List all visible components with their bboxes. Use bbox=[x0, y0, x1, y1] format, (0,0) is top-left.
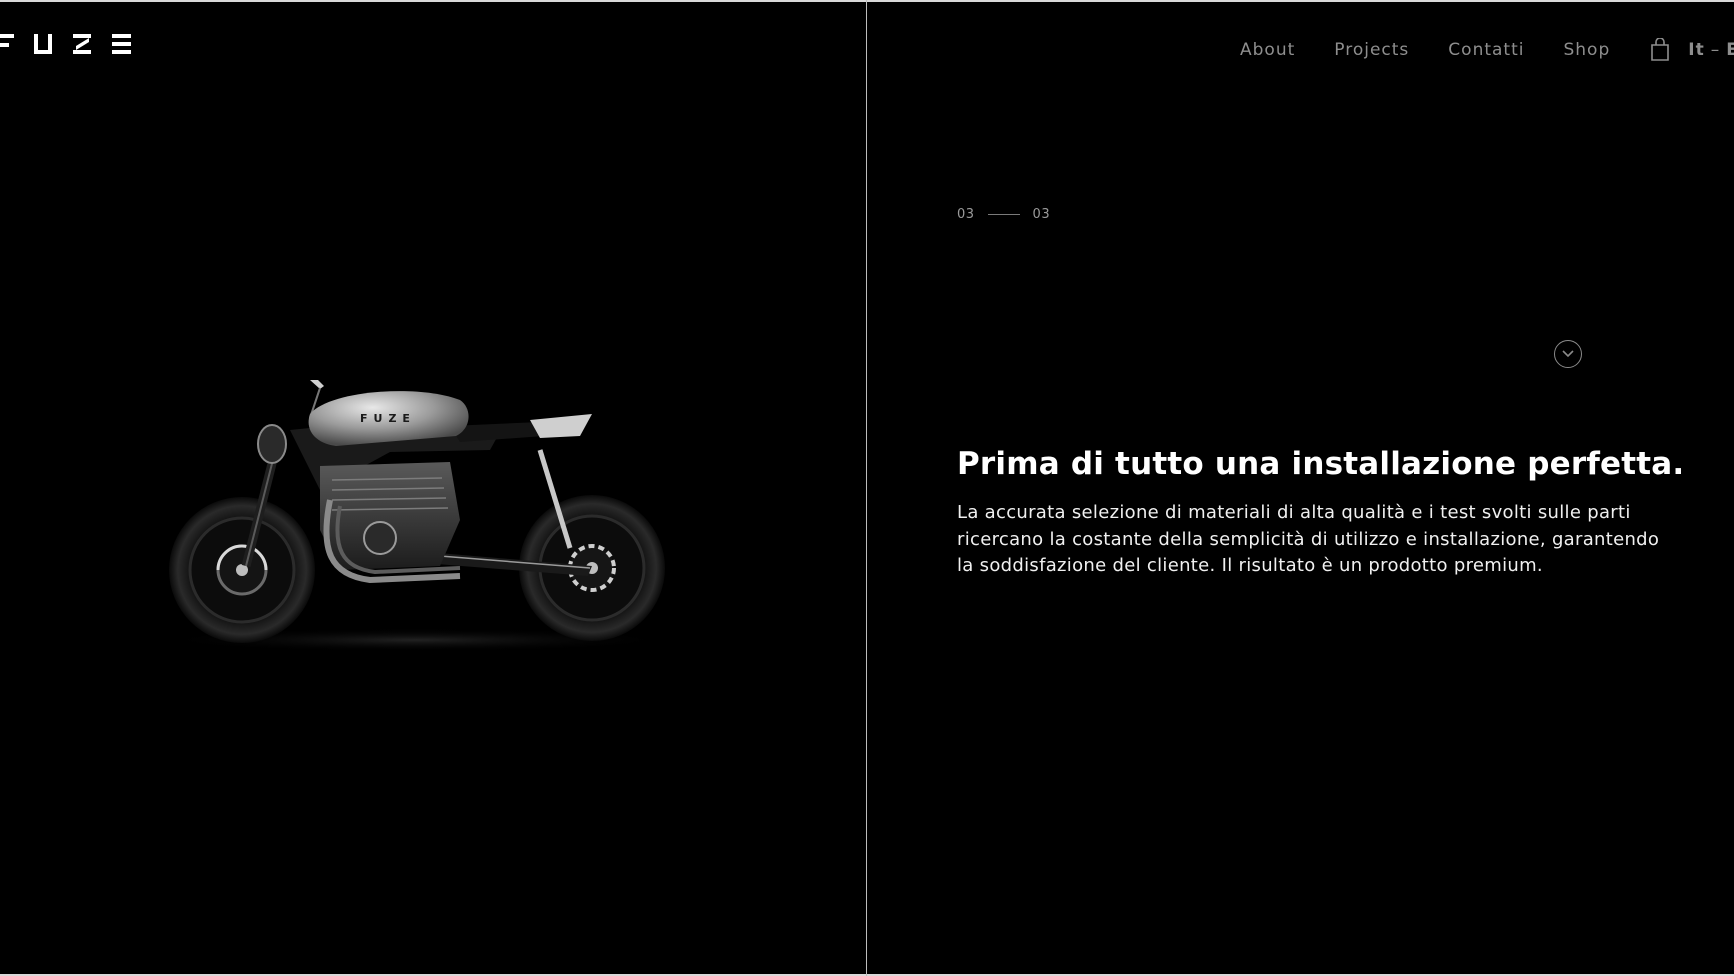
body-line-3: la soddisfazione del cliente. Il risulta… bbox=[957, 555, 1543, 576]
slide-total: 03 bbox=[1032, 207, 1051, 222]
motorcycle-image: FUZE bbox=[160, 370, 680, 660]
slide-current: 03 bbox=[957, 207, 975, 222]
fuze-logo-icon[interactable] bbox=[0, 34, 134, 58]
body-paragraph: La accurata selezione di materiali di al… bbox=[957, 500, 1677, 580]
body-line-2: ricercano la costante della semplicità d… bbox=[957, 528, 1660, 550]
chevron-down-circle-icon[interactable] bbox=[1554, 340, 1582, 368]
lang-en[interactable]: En bbox=[1726, 40, 1734, 60]
counter-divider bbox=[987, 214, 1020, 215]
page-headline: Prima di tutto una installazione perfett… bbox=[957, 446, 1685, 482]
main-nav: About Projects Contatti Shop It – En bbox=[1240, 37, 1734, 62]
lang-separator: – bbox=[1710, 40, 1721, 60]
top-border bbox=[0, 0, 1734, 2]
shopping-bag-icon[interactable] bbox=[1650, 37, 1670, 62]
split-divider bbox=[866, 0, 867, 976]
body-line-1: La accurata selezione di materiali di al… bbox=[957, 502, 1631, 523]
nav-shop[interactable]: Shop bbox=[1563, 40, 1610, 60]
nav-contatti[interactable]: Contatti bbox=[1448, 40, 1524, 60]
language-switcher: It – En bbox=[1688, 40, 1734, 60]
slide-counter: 03 03 bbox=[957, 207, 1050, 222]
nav-about[interactable]: About bbox=[1240, 40, 1295, 60]
tank-logo-text: FUZE bbox=[360, 412, 416, 425]
lang-it[interactable]: It bbox=[1688, 40, 1704, 60]
nav-projects[interactable]: Projects bbox=[1334, 40, 1409, 60]
page-frame: About Projects Contatti Shop It – En bbox=[0, 0, 1734, 976]
